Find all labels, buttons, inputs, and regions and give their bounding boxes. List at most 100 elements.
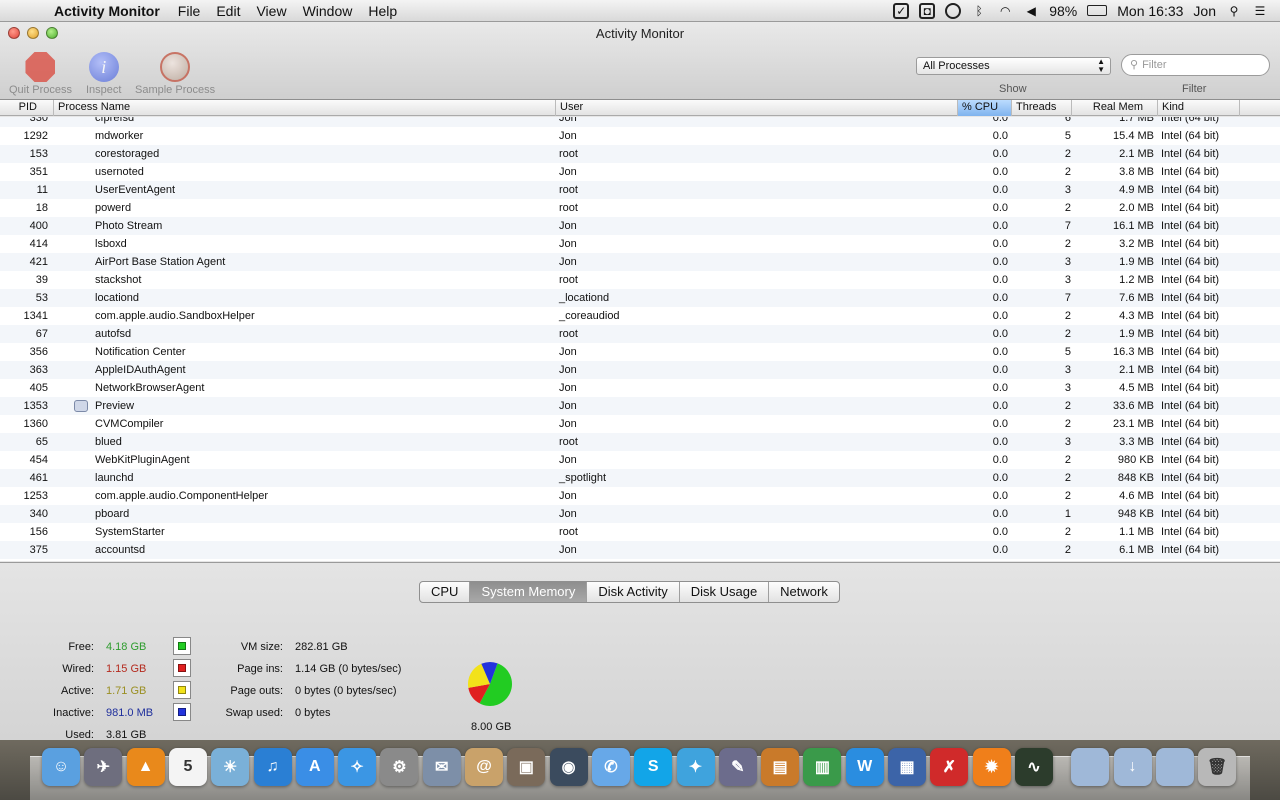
- tab-disk-usage[interactable]: Disk Usage: [680, 582, 770, 602]
- active-color-swatch[interactable]: [173, 681, 191, 699]
- virtualbox-icon[interactable]: ▦: [888, 748, 926, 786]
- downloads-folder-icon[interactable]: ↓: [1113, 748, 1152, 786]
- table-row[interactable]: 400 Photo Stream Jon 0.0 7 16.1 MB Intel (64 b…: [0, 217, 1280, 235]
- bluetooth-icon[interactable]: ᛒ: [971, 3, 987, 19]
- twitter-icon[interactable]: ✦: [676, 748, 715, 786]
- safari-icon[interactable]: ✧: [338, 748, 377, 786]
- numbers-icon[interactable]: ▥: [803, 748, 842, 786]
- system-preferences-icon[interactable]: ⚙: [380, 748, 419, 786]
- menu-window[interactable]: Window: [295, 3, 361, 19]
- skype-icon[interactable]: S: [634, 748, 673, 786]
- table-row[interactable]: 340 pboard Jon 0.0 1 948 KB Intel (64 bit): [0, 505, 1280, 523]
- sample-process-button[interactable]: Sample Process: [135, 52, 215, 96]
- table-row[interactable]: 330 cfprefsd Jon 0.0 6 1.7 MB Intel (64 bit): [0, 117, 1280, 127]
- iphoto-icon[interactable]: ☀: [211, 748, 250, 786]
- trash-icon[interactable]: 🗑: [1198, 748, 1237, 786]
- show-processes-select[interactable]: All Processes ▲ ▼: [916, 57, 1111, 75]
- avast-icon[interactable]: ✹: [972, 748, 1011, 786]
- battery-icon[interactable]: [1087, 5, 1108, 16]
- table-row[interactable]: 414 lsboxd Jon 0.0 2 3.2 MB Intel (64 bit): [0, 235, 1280, 253]
- messages-icon[interactable]: ✆: [591, 748, 630, 786]
- table-row[interactable]: 1360 CVMCompiler Jon 0.0 2 23.1 MB Intel (64 b…: [0, 415, 1280, 433]
- table-row[interactable]: 1253 com.apple.audio.ComponentHelper Jon 0.…: [0, 487, 1280, 505]
- column-header-real-mem[interactable]: Real Mem: [1072, 100, 1158, 116]
- table-row[interactable]: 18 powerd root 0.0 2 2.0 MB Intel (64 bit): [0, 199, 1280, 217]
- table-row[interactable]: 351 usernoted Jon 0.0 2 3.8 MB Intel (64 bit): [0, 163, 1280, 181]
- script-editor-icon[interactable]: ✎: [718, 748, 757, 786]
- table-row[interactable]: 11 UserEventAgent root 0.0 3 4.9 MB Intel (64 …: [0, 181, 1280, 199]
- pid-cell: 1353: [23, 400, 48, 412]
- mail-icon[interactable]: ✉: [422, 748, 461, 786]
- menu-file[interactable]: File: [170, 3, 209, 19]
- finder-icon[interactable]: ☺: [42, 748, 80, 786]
- tab-disk-activity[interactable]: Disk Activity: [587, 582, 680, 602]
- filter-search-input[interactable]: ⚲ Filter: [1121, 54, 1270, 76]
- process-name-cell: com.apple.audio.SandboxHelper: [95, 310, 255, 322]
- menu-app-name[interactable]: Activity Monitor: [48, 3, 170, 19]
- calendar-icon[interactable]: 5: [168, 748, 207, 786]
- inspect-button[interactable]: i Inspect: [86, 52, 121, 96]
- table-row[interactable]: 53 locationd _locationd 0.0 7 7.6 MB Intel (64…: [0, 289, 1280, 307]
- launchpad-icon[interactable]: ✈: [84, 748, 123, 786]
- itunes-icon[interactable]: ♫: [253, 748, 292, 786]
- applications-folder-icon[interactable]: [1071, 748, 1110, 786]
- table-row[interactable]: 153 corestoraged root 0.0 2 2.1 MB Intel (64 b…: [0, 145, 1280, 163]
- facetime-icon[interactable]: ◉: [549, 748, 588, 786]
- activity-monitor-icon[interactable]: ∿: [1014, 748, 1053, 786]
- tab-cpu[interactable]: CPU: [420, 582, 471, 602]
- menu-view[interactable]: View: [248, 3, 294, 19]
- vlc-icon[interactable]: ▲: [126, 748, 165, 786]
- tab-system-memory[interactable]: System Memory: [470, 582, 588, 602]
- menu-edit[interactable]: Edit: [208, 3, 248, 19]
- app-store-icon[interactable]: A: [295, 748, 334, 786]
- table-row[interactable]: 39 stackshot root 0.0 3 1.2 MB Intel (64 bit): [0, 271, 1280, 289]
- table-row[interactable]: 363 AppleIDAuthAgent Jon 0.0 3 2.1 MB Intel (6…: [0, 361, 1280, 379]
- battery-percent[interactable]: 98%: [1049, 3, 1077, 19]
- image-capture-icon[interactable]: ▣: [507, 748, 546, 786]
- table-row[interactable]: 375 accountsd Jon 0.0 2 6.1 MB Intel (64 bit): [0, 541, 1280, 559]
- column-header-kind[interactable]: Kind: [1158, 100, 1240, 116]
- textwrangler-icon[interactable]: ✗: [930, 748, 969, 786]
- table-row[interactable]: 356 Notification Center Jon 0.0 5 16.3 MB Inte…: [0, 343, 1280, 361]
- pid-cell: 18: [35, 202, 48, 214]
- wunderlist-icon[interactable]: W: [845, 748, 884, 786]
- wired-color-swatch[interactable]: [173, 659, 191, 677]
- documents-folder-icon[interactable]: [1155, 748, 1194, 786]
- menu-clock[interactable]: Mon 16:33: [1117, 3, 1183, 19]
- status-check-icon[interactable]: ✓: [893, 2, 910, 19]
- table-row[interactable]: 405 NetworkBrowserAgent Jon 0.0 3 4.5 MB Intel…: [0, 379, 1280, 397]
- column-header-user[interactable]: User: [556, 100, 958, 116]
- status-camera-icon[interactable]: ◘: [919, 2, 936, 19]
- notification-center-icon[interactable]: ☰: [1252, 3, 1268, 19]
- column-header-process-name[interactable]: Process Name: [54, 100, 556, 116]
- table-row[interactable]: 1353 Preview Jon 0.0 2 33.6 MB Intel (64 bit): [0, 397, 1280, 415]
- kind-cell: Intel (64 bit): [1161, 166, 1220, 178]
- column-header-pid[interactable]: PID: [0, 100, 54, 116]
- wifi-icon[interactable]: ◠: [997, 3, 1013, 19]
- status-o-icon[interactable]: [945, 2, 962, 19]
- keynote-icon[interactable]: ▤: [761, 748, 800, 786]
- free-color-swatch[interactable]: [173, 637, 191, 655]
- volume-icon[interactable]: ◀: [1023, 3, 1039, 19]
- column-header-threads[interactable]: Threads: [1012, 100, 1072, 116]
- cpu-cell: 0.0: [992, 292, 1008, 304]
- spotlight-search-icon[interactable]: ⚲: [1226, 3, 1242, 19]
- table-row[interactable]: 65 blued root 0.0 3 3.3 MB Intel (64 bit): [0, 433, 1280, 451]
- menu-user[interactable]: Jon: [1193, 3, 1216, 19]
- table-row[interactable]: 67 autofsd root 0.0 2 1.9 MB Intel (64 bit): [0, 325, 1280, 343]
- table-row[interactable]: 1341 com.apple.audio.SandboxHelper _coreau…: [0, 307, 1280, 325]
- process-name-cell: pboard: [95, 508, 130, 520]
- quit-process-button[interactable]: Quit Process: [9, 52, 72, 96]
- table-row[interactable]: 421 AirPort Base Station Agent Jon 0.0 3 1.9 …: [0, 253, 1280, 271]
- threads-cell: 2: [1064, 148, 1071, 160]
- table-row[interactable]: 156 SystemStarter root 0.0 2 1.1 MB Intel (64 …: [0, 523, 1280, 541]
- address-book-icon[interactable]: @: [465, 748, 503, 786]
- menu-help[interactable]: Help: [360, 3, 405, 19]
- table-row[interactable]: 461 launchd _spotlight 0.0 2 848 KB Intel (64 …: [0, 469, 1280, 487]
- tab-network[interactable]: Network: [769, 582, 839, 602]
- inactive-color-swatch[interactable]: [173, 703, 191, 721]
- pid-cell: 405: [29, 382, 48, 394]
- table-row[interactable]: 1292 mdworker Jon 0.0 5 15.4 MB Intel (64 bit): [0, 127, 1280, 145]
- table-row[interactable]: 454 WebKitPluginAgent Jon 0.0 2 980 KB Intel (…: [0, 451, 1280, 469]
- column-header-cpu[interactable]: % CPU ▼: [958, 100, 1012, 127]
